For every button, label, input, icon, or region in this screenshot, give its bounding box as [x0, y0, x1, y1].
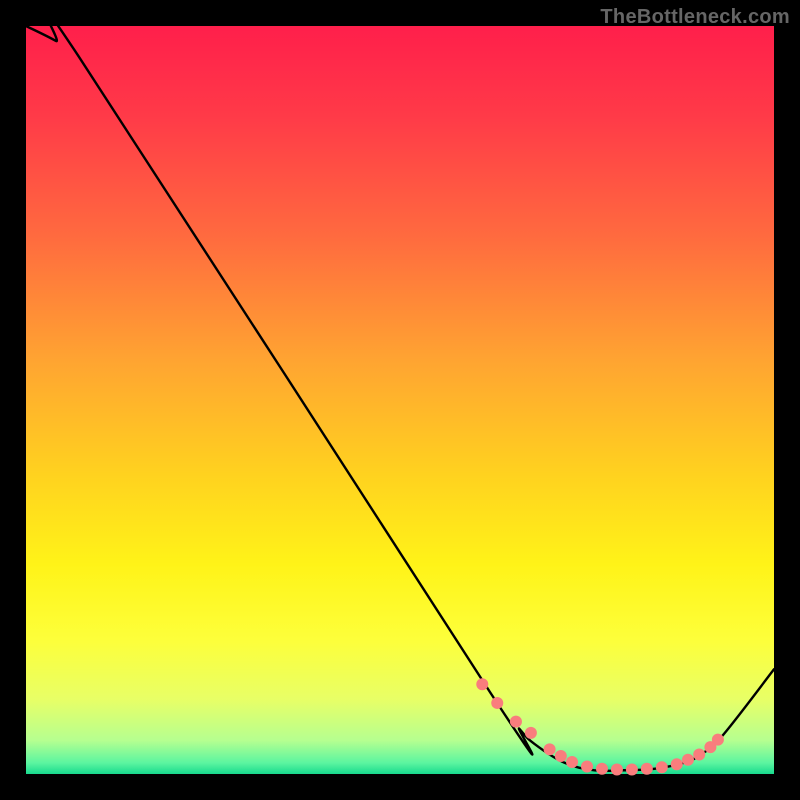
- highlight-point: [581, 761, 593, 773]
- highlight-point: [544, 743, 556, 755]
- chart-stage: TheBottleneck.com: [0, 0, 800, 800]
- highlight-point: [525, 727, 537, 739]
- highlight-point: [491, 697, 503, 709]
- highlight-point: [712, 734, 724, 746]
- watermark-text: TheBottleneck.com: [600, 6, 790, 29]
- highlight-point: [476, 678, 488, 690]
- bottleneck-chart: [0, 0, 800, 800]
- highlight-point: [596, 763, 608, 775]
- highlight-point: [510, 716, 522, 728]
- highlight-point: [656, 761, 668, 773]
- highlight-point: [626, 764, 638, 776]
- plot-background: [26, 26, 774, 774]
- highlight-point: [566, 756, 578, 768]
- highlight-point: [611, 764, 623, 776]
- highlight-point: [693, 749, 705, 761]
- highlight-point: [555, 750, 567, 762]
- highlight-point: [682, 754, 694, 766]
- highlight-point: [641, 763, 653, 775]
- highlight-point: [671, 758, 683, 770]
